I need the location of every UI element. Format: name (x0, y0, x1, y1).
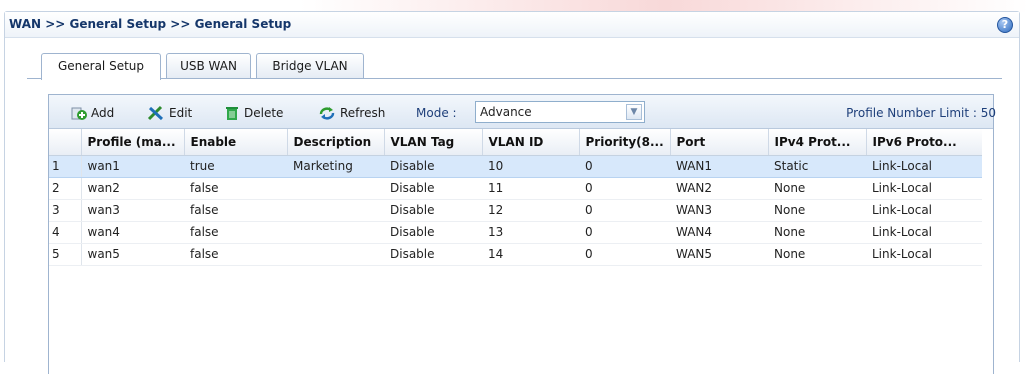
col-header-vlan-tag[interactable]: VLAN Tag (384, 129, 483, 156)
cell-vlan-tag: Disable (384, 155, 482, 178)
delete-label: Delete (244, 106, 284, 120)
cell-description (287, 177, 384, 200)
cell-priority: 0 (579, 221, 670, 244)
cell-vlan-id: 13 (482, 221, 579, 244)
grid-scroll-gutter (982, 129, 993, 375)
edit-button[interactable]: Edit (147, 104, 192, 122)
col-header-ipv6-protocol[interactable]: IPv6 Proto... (866, 129, 983, 156)
cell-ipv4-protocol: None (768, 243, 866, 266)
col-header-port[interactable]: Port (670, 129, 769, 156)
refresh-arrows-icon (319, 107, 335, 120)
mode-select[interactable]: Advance ▼ (475, 101, 645, 123)
cell-enable: true (184, 155, 287, 178)
col-header-profile[interactable]: Profile (ma... (81, 129, 185, 156)
table-header-row: Profile (ma... Enable Description VLAN T… (49, 129, 983, 156)
mode-value: Advance (480, 105, 532, 119)
profile-grid: Add Edit Delete Refresh Mode: Advance ▼… (48, 94, 996, 375)
tab-divider (27, 78, 1002, 79)
add-button[interactable]: Add (71, 104, 114, 122)
tab-general-setup[interactable]: General Setup (41, 53, 161, 80)
cell-vlan-id: 10 (482, 155, 579, 178)
mode-label: Mode : (416, 106, 457, 120)
cell-description: Marketing (287, 155, 384, 178)
edit-label: Edit (169, 106, 193, 120)
table-row[interactable]: 1 wan1 true Marketing Disable 10 0 WAN1 … (49, 155, 982, 178)
cell-profile: wan2 (81, 177, 184, 200)
cell-profile: wan4 (81, 221, 184, 244)
row-index: 5 (49, 243, 82, 266)
col-header-description[interactable]: Description (287, 129, 385, 156)
cell-priority: 0 (579, 155, 670, 178)
cell-profile: wan1 (81, 155, 184, 178)
cell-vlan-tag: Disable (384, 221, 482, 244)
cell-port: WAN1 (670, 155, 768, 178)
table-row[interactable]: 2 wan2 false Disable 11 0 WAN2 None Link… (49, 177, 982, 200)
col-header-vlan-id[interactable]: VLAN ID (482, 129, 580, 156)
chevron-down-icon[interactable]: ▼ (626, 104, 642, 120)
grid-toolbar: Add Edit Delete Refresh Mode: Advance ▼… (49, 95, 996, 129)
cell-profile: wan3 (81, 199, 184, 222)
cell-ipv6-protocol: Link-Local (866, 155, 982, 178)
table-row[interactable]: 3 wan3 false Disable 12 0 WAN3 None Link… (49, 199, 982, 222)
cell-vlan-tag: Disable (384, 243, 482, 266)
cell-port: WAN2 (670, 177, 768, 200)
cell-enable: false (184, 221, 287, 244)
cell-vlan-id: 11 (482, 177, 579, 200)
cell-port: WAN4 (670, 221, 768, 244)
cell-priority: 0 (579, 243, 670, 266)
table-row[interactable]: 4 wan4 false Disable 13 0 WAN4 None Link… (49, 221, 982, 244)
profile-limit: Profile Number Limit : 50 (846, 106, 996, 120)
cell-enable: false (184, 199, 287, 222)
cell-ipv6-protocol: Link-Local (866, 221, 982, 244)
cell-vlan-tag: Disable (384, 199, 482, 222)
cell-ipv6-protocol: Link-Local (866, 243, 982, 266)
row-index: 1 (49, 155, 82, 178)
cell-profile: wan5 (81, 243, 184, 266)
delete-button[interactable]: Delete (224, 104, 283, 122)
col-header-enable[interactable]: Enable (184, 129, 288, 156)
cell-ipv4-protocol: Static (768, 155, 866, 178)
add-label: Add (91, 106, 115, 120)
row-index: 3 (49, 199, 82, 222)
help-icon[interactable]: ? (997, 17, 1013, 33)
cell-priority: 0 (579, 199, 670, 222)
cell-description (287, 243, 384, 266)
cell-priority: 0 (579, 177, 670, 200)
cell-port: WAN3 (670, 199, 768, 222)
row-index: 2 (49, 177, 82, 200)
tab-usb-wan[interactable]: USB WAN (166, 53, 251, 79)
col-header-priority[interactable]: Priority(8... (579, 129, 671, 156)
col-header-index (49, 129, 82, 156)
cell-vlan-tag: Disable (384, 177, 482, 200)
cell-enable: false (184, 243, 287, 266)
cell-description (287, 199, 384, 222)
cell-ipv4-protocol: None (768, 177, 866, 200)
cell-port: WAN5 (670, 243, 768, 266)
refresh-label: Refresh (340, 106, 386, 120)
cell-vlan-id: 14 (482, 243, 579, 266)
table-row[interactable]: 5 wan5 false Disable 14 0 WAN5 None Link… (49, 243, 982, 266)
edit-tools-icon (147, 105, 164, 121)
col-header-ipv4-protocol[interactable]: IPv4 Prot... (768, 129, 867, 156)
cell-description (287, 221, 384, 244)
tab-bridge-vlan[interactable]: Bridge VLAN (256, 53, 364, 79)
add-plus-icon (71, 107, 87, 120)
main-panel: WAN >> General Setup >> General Setup ? … (4, 11, 1020, 375)
breadcrumb: WAN >> General Setup >> General Setup (5, 12, 1019, 38)
cell-enable: false (184, 177, 287, 200)
row-index: 4 (49, 221, 82, 244)
trash-icon (226, 107, 238, 120)
cell-ipv4-protocol: None (768, 199, 866, 222)
cell-vlan-id: 12 (482, 199, 579, 222)
profile-table: Profile (ma... Enable Description VLAN T… (49, 129, 983, 266)
refresh-button[interactable]: Refresh (318, 104, 385, 122)
cell-ipv6-protocol: Link-Local (866, 199, 982, 222)
cell-ipv4-protocol: None (768, 221, 866, 244)
cell-ipv6-protocol: Link-Local (866, 177, 982, 200)
